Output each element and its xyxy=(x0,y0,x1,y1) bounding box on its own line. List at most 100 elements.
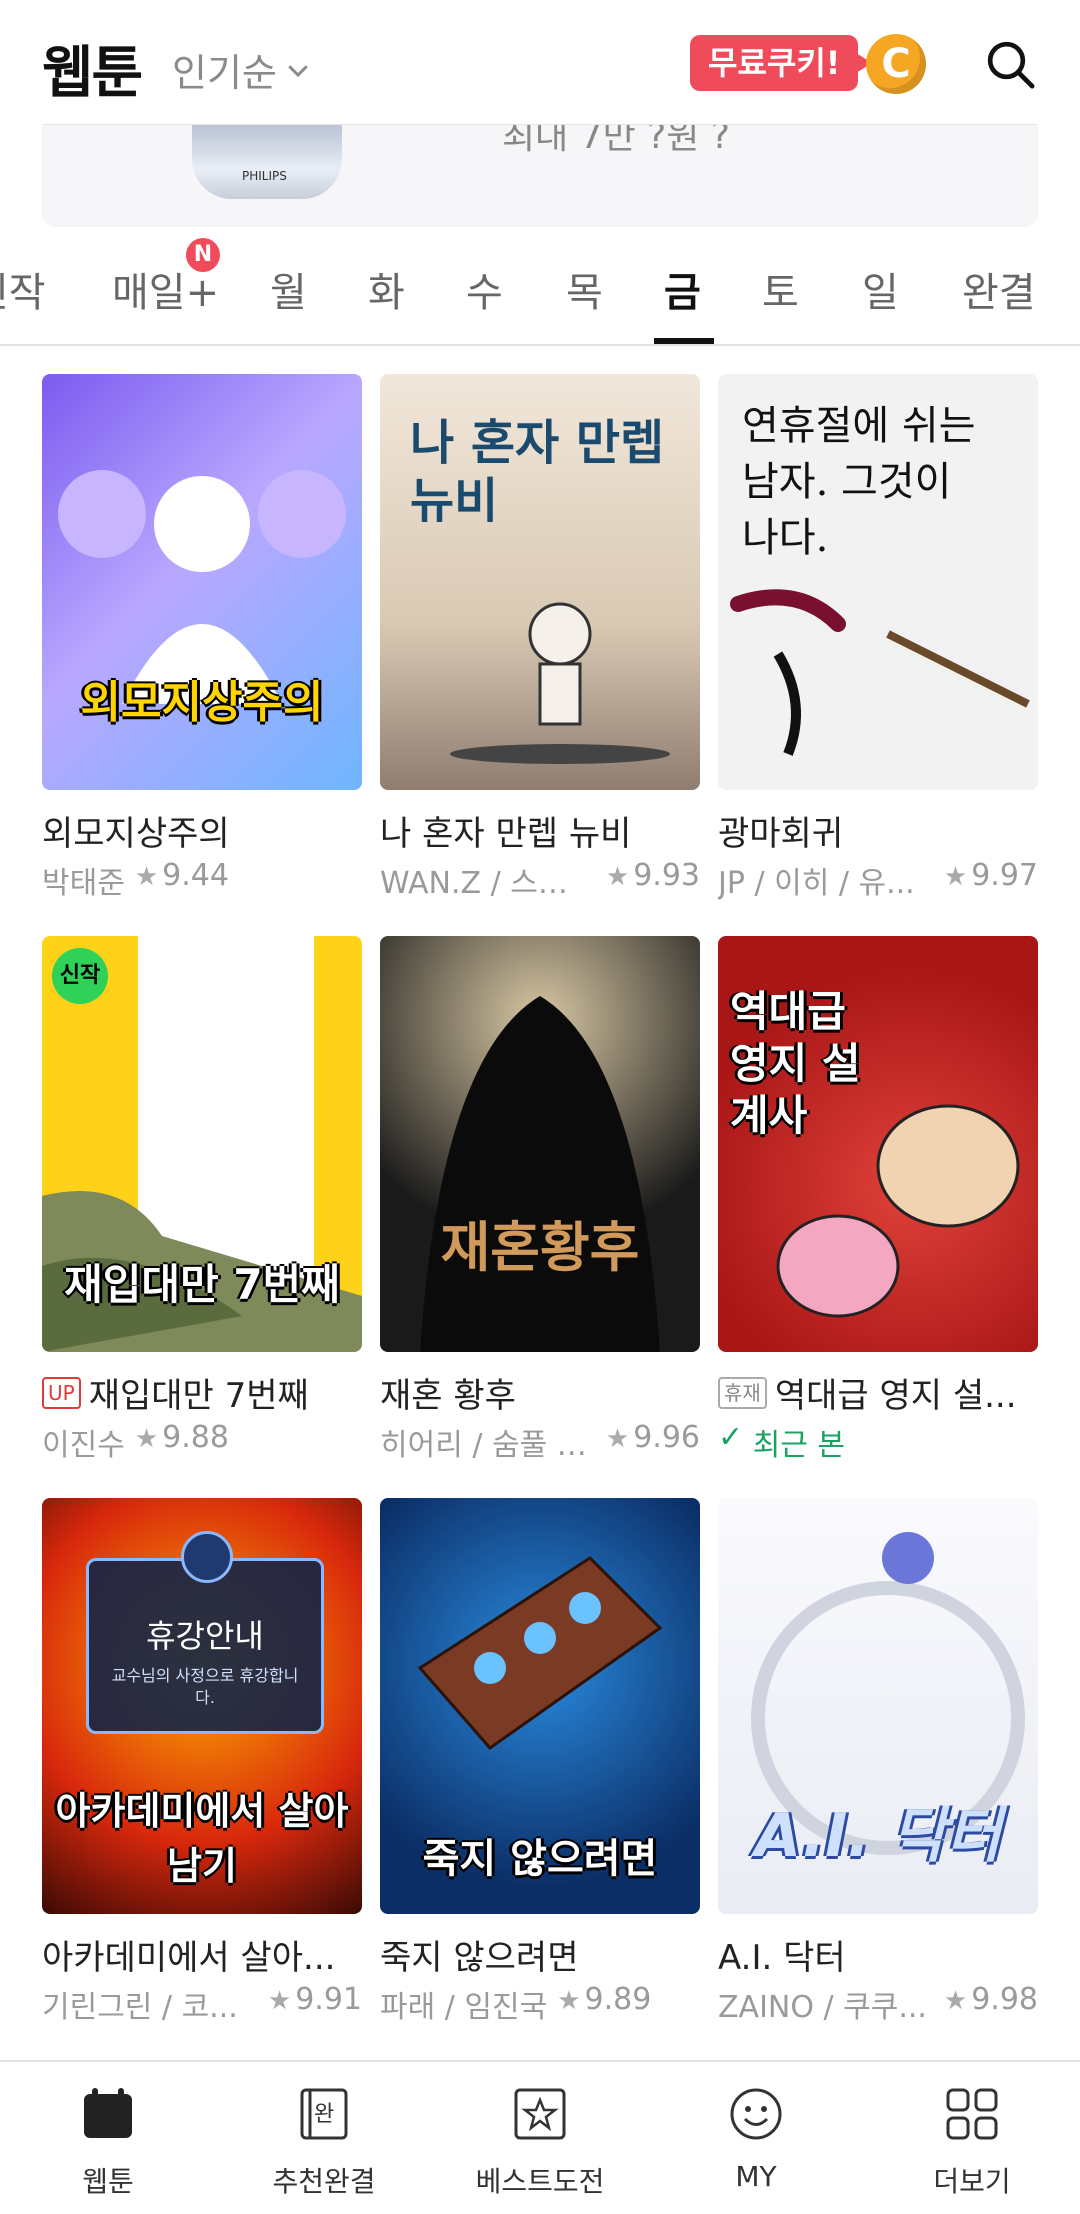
thumbnail-title: 죽지 않으려면 xyxy=(422,1836,658,1882)
nav-best-challenge[interactable]: 베스트도전 xyxy=(432,2062,648,2214)
star-icon: ★ xyxy=(605,862,630,892)
comic-title-row: 휴재 역대급 영지 설... xyxy=(718,1368,1058,1417)
free-cookie-button[interactable]: 무료쿠키! xyxy=(690,35,873,91)
comic-title: 나 혼자 만렙 뉴비 xyxy=(380,814,632,854)
comic-rating: ★ 9.97 xyxy=(944,858,1038,902)
tab-sun[interactable]: 일 xyxy=(862,260,899,318)
new-badge: N xyxy=(186,238,220,272)
couple-silhouette-art xyxy=(420,996,660,1352)
book-icon-text: 완 xyxy=(314,2102,335,2127)
comic-rating: ★ 9.98 xyxy=(944,1982,1038,2026)
comic-author: ZAINO / 쿠쿠... xyxy=(718,1990,927,2025)
comic-author: 기린그린 / 코... xyxy=(42,1990,238,2025)
chevron-down-icon xyxy=(288,64,308,77)
rating-value: 9.91 xyxy=(295,1982,362,2017)
rating-value: 9.89 xyxy=(584,1982,652,2017)
sort-label: 인기순 xyxy=(172,51,277,95)
comic-rating: ★ 9.91 xyxy=(268,1982,362,2026)
skeleton-art xyxy=(450,602,670,764)
star-icon: ★ xyxy=(134,1424,159,1454)
weekday-tabs: 신작 매일+ 월 화 수 목 금 토 일 완결 xyxy=(0,242,1080,346)
comic-rating: ★ 9.88 xyxy=(135,1420,229,1464)
star-icon: ★ xyxy=(134,862,159,892)
comic-title: 죽지 않으려면 xyxy=(380,1938,579,1978)
comic-thumbnail[interactable]: 신작 재입대만 7번째 xyxy=(42,936,362,1352)
comic-author: 박태준 xyxy=(42,866,125,901)
tab-completed[interactable]: 완결 xyxy=(962,260,1036,318)
grid-icon xyxy=(946,2088,998,2140)
promo-banner[interactable]: PHILIPS 최대 7만 ?원 ? xyxy=(42,124,1038,227)
nav-more[interactable]: 더보기 xyxy=(864,2062,1080,2214)
active-tab-indicator xyxy=(654,338,714,344)
comic-meta: 히어리 / 숨풀 /... ★ 9.96 xyxy=(380,1420,700,1464)
comic-rating: ★ 9.44 xyxy=(135,858,229,902)
nav-label: 추천완결 xyxy=(272,2165,376,2198)
banner-product-image xyxy=(192,125,342,199)
comic-meta: 파래 / 임진국 ★ 9.89 xyxy=(380,1982,700,2026)
comic-meta: WAN.Z / 스윙... ★ 9.93 xyxy=(380,858,700,902)
comic-author: 히어리 / 숨풀 /... xyxy=(380,1428,590,1463)
comic-rating: ★ 9.89 xyxy=(557,1982,651,2026)
thumbnail-title: A.I. 닥터 xyxy=(754,1801,1002,1871)
star-icon: ★ xyxy=(605,1424,630,1454)
comic-author: JP / 이히 / 유... xyxy=(718,866,915,901)
tab-sat[interactable]: 토 xyxy=(762,260,799,318)
recently-viewed-label: 최근 본 xyxy=(752,1428,846,1463)
comic-thumbnail[interactable]: 역대급 영지 설계사 xyxy=(718,936,1038,1352)
book-icon xyxy=(181,1531,233,1583)
comic-title: A.I. 닥터 xyxy=(718,1938,846,1978)
comic-thumbnail[interactable]: A.I. 닥터 xyxy=(718,1498,1038,1914)
comic-thumbnail[interactable]: 휴강안내 교수님의 사정으로 휴강합니다. 아카데미에서 살아남기 xyxy=(42,1498,362,1914)
comic-title-row: UP 재입대만 7번째 xyxy=(42,1368,382,1417)
brush-art xyxy=(730,589,1030,756)
tab-wed[interactable]: 수 xyxy=(466,260,503,318)
tab-fri[interactable]: 금 xyxy=(664,260,701,318)
rating-value: 9.96 xyxy=(633,1420,700,1455)
comic-thumbnail[interactable]: 외모지상주의 xyxy=(42,374,362,790)
banner-product-label: PHILIPS xyxy=(242,169,287,183)
sort-dropdown[interactable]: 인기순 xyxy=(172,42,313,97)
rating-value: 9.97 xyxy=(971,858,1038,893)
star-icon: ★ xyxy=(943,1986,968,2016)
checkmark-icon: ✓ xyxy=(718,1420,753,1455)
nav-webtoon[interactable]: 웹툰 xyxy=(0,2062,216,2214)
tab-mon[interactable]: 월 xyxy=(270,260,307,318)
nav-my[interactable]: MY xyxy=(648,2062,864,2214)
cookie-coin-icon[interactable]: C xyxy=(866,34,926,94)
thumbnail-title: 재입대만 7번째 xyxy=(64,1260,340,1309)
comic-title: 아카데미에서 살아... xyxy=(42,1938,336,1978)
tab-thu[interactable]: 목 xyxy=(566,260,603,318)
thumbnail-title: 아카데미에서 살아남기 xyxy=(55,1789,349,1888)
comic-title: 외모지상주의 xyxy=(42,814,230,854)
hiatus-tag: 휴재 xyxy=(718,1376,767,1409)
comic-title: 재혼 황후 xyxy=(380,1376,516,1416)
tab-new[interactable]: 신작 xyxy=(0,260,46,318)
comic-title: 역대급 영지 설... xyxy=(774,1376,1017,1416)
comic-author: 이진수 xyxy=(42,1428,125,1463)
smile-icon xyxy=(730,2088,782,2140)
rating-value: 9.88 xyxy=(162,1420,229,1455)
thumbnail-title: 외모지상주의 xyxy=(80,677,324,728)
star-icon: ★ xyxy=(557,1986,581,2016)
new-series-badge: 신작 xyxy=(52,948,108,1004)
comic-meta: 기린그린 / 코... ★ 9.91 xyxy=(42,1982,362,2026)
search-icon[interactable] xyxy=(982,36,1038,92)
rating-value: 9.93 xyxy=(633,858,700,893)
comic-author: 파래 / 임진국 xyxy=(380,1990,548,2025)
tab-tue[interactable]: 화 xyxy=(368,260,405,318)
calendar-icon xyxy=(84,2088,132,2138)
bottom-navigation: 웹툰 완 추천완결 베스트도전 MY 더보기 xyxy=(0,2060,1080,2214)
comic-meta: 박태준 ★ 9.44 xyxy=(42,858,362,902)
comic-meta: ✓ 최근 본 xyxy=(718,1420,1038,1464)
comic-thumbnail[interactable]: 재혼황후 xyxy=(380,936,700,1352)
rating-value: 9.44 xyxy=(162,858,229,893)
star-box-icon xyxy=(514,2088,566,2140)
comic-meta: ZAINO / 쿠쿠... ★ 9.98 xyxy=(718,1982,1038,2026)
thumbnail-title: 재혼황후 xyxy=(440,1216,640,1279)
nav-recommended-completed[interactable]: 완 추천완결 xyxy=(216,2062,432,2214)
comic-thumbnail[interactable]: 죽지 않으려면 xyxy=(380,1498,700,1914)
comic-title: 광마회귀 xyxy=(718,814,844,854)
notice-text: 교수님의 사정으로 휴강합니다. xyxy=(111,1666,299,1707)
comic-thumbnail[interactable]: 연휴절에 쉬는 남자. 그것이 나다. xyxy=(718,374,1038,790)
comic-thumbnail[interactable]: 나 혼자 만렙 뉴비 xyxy=(380,374,700,790)
